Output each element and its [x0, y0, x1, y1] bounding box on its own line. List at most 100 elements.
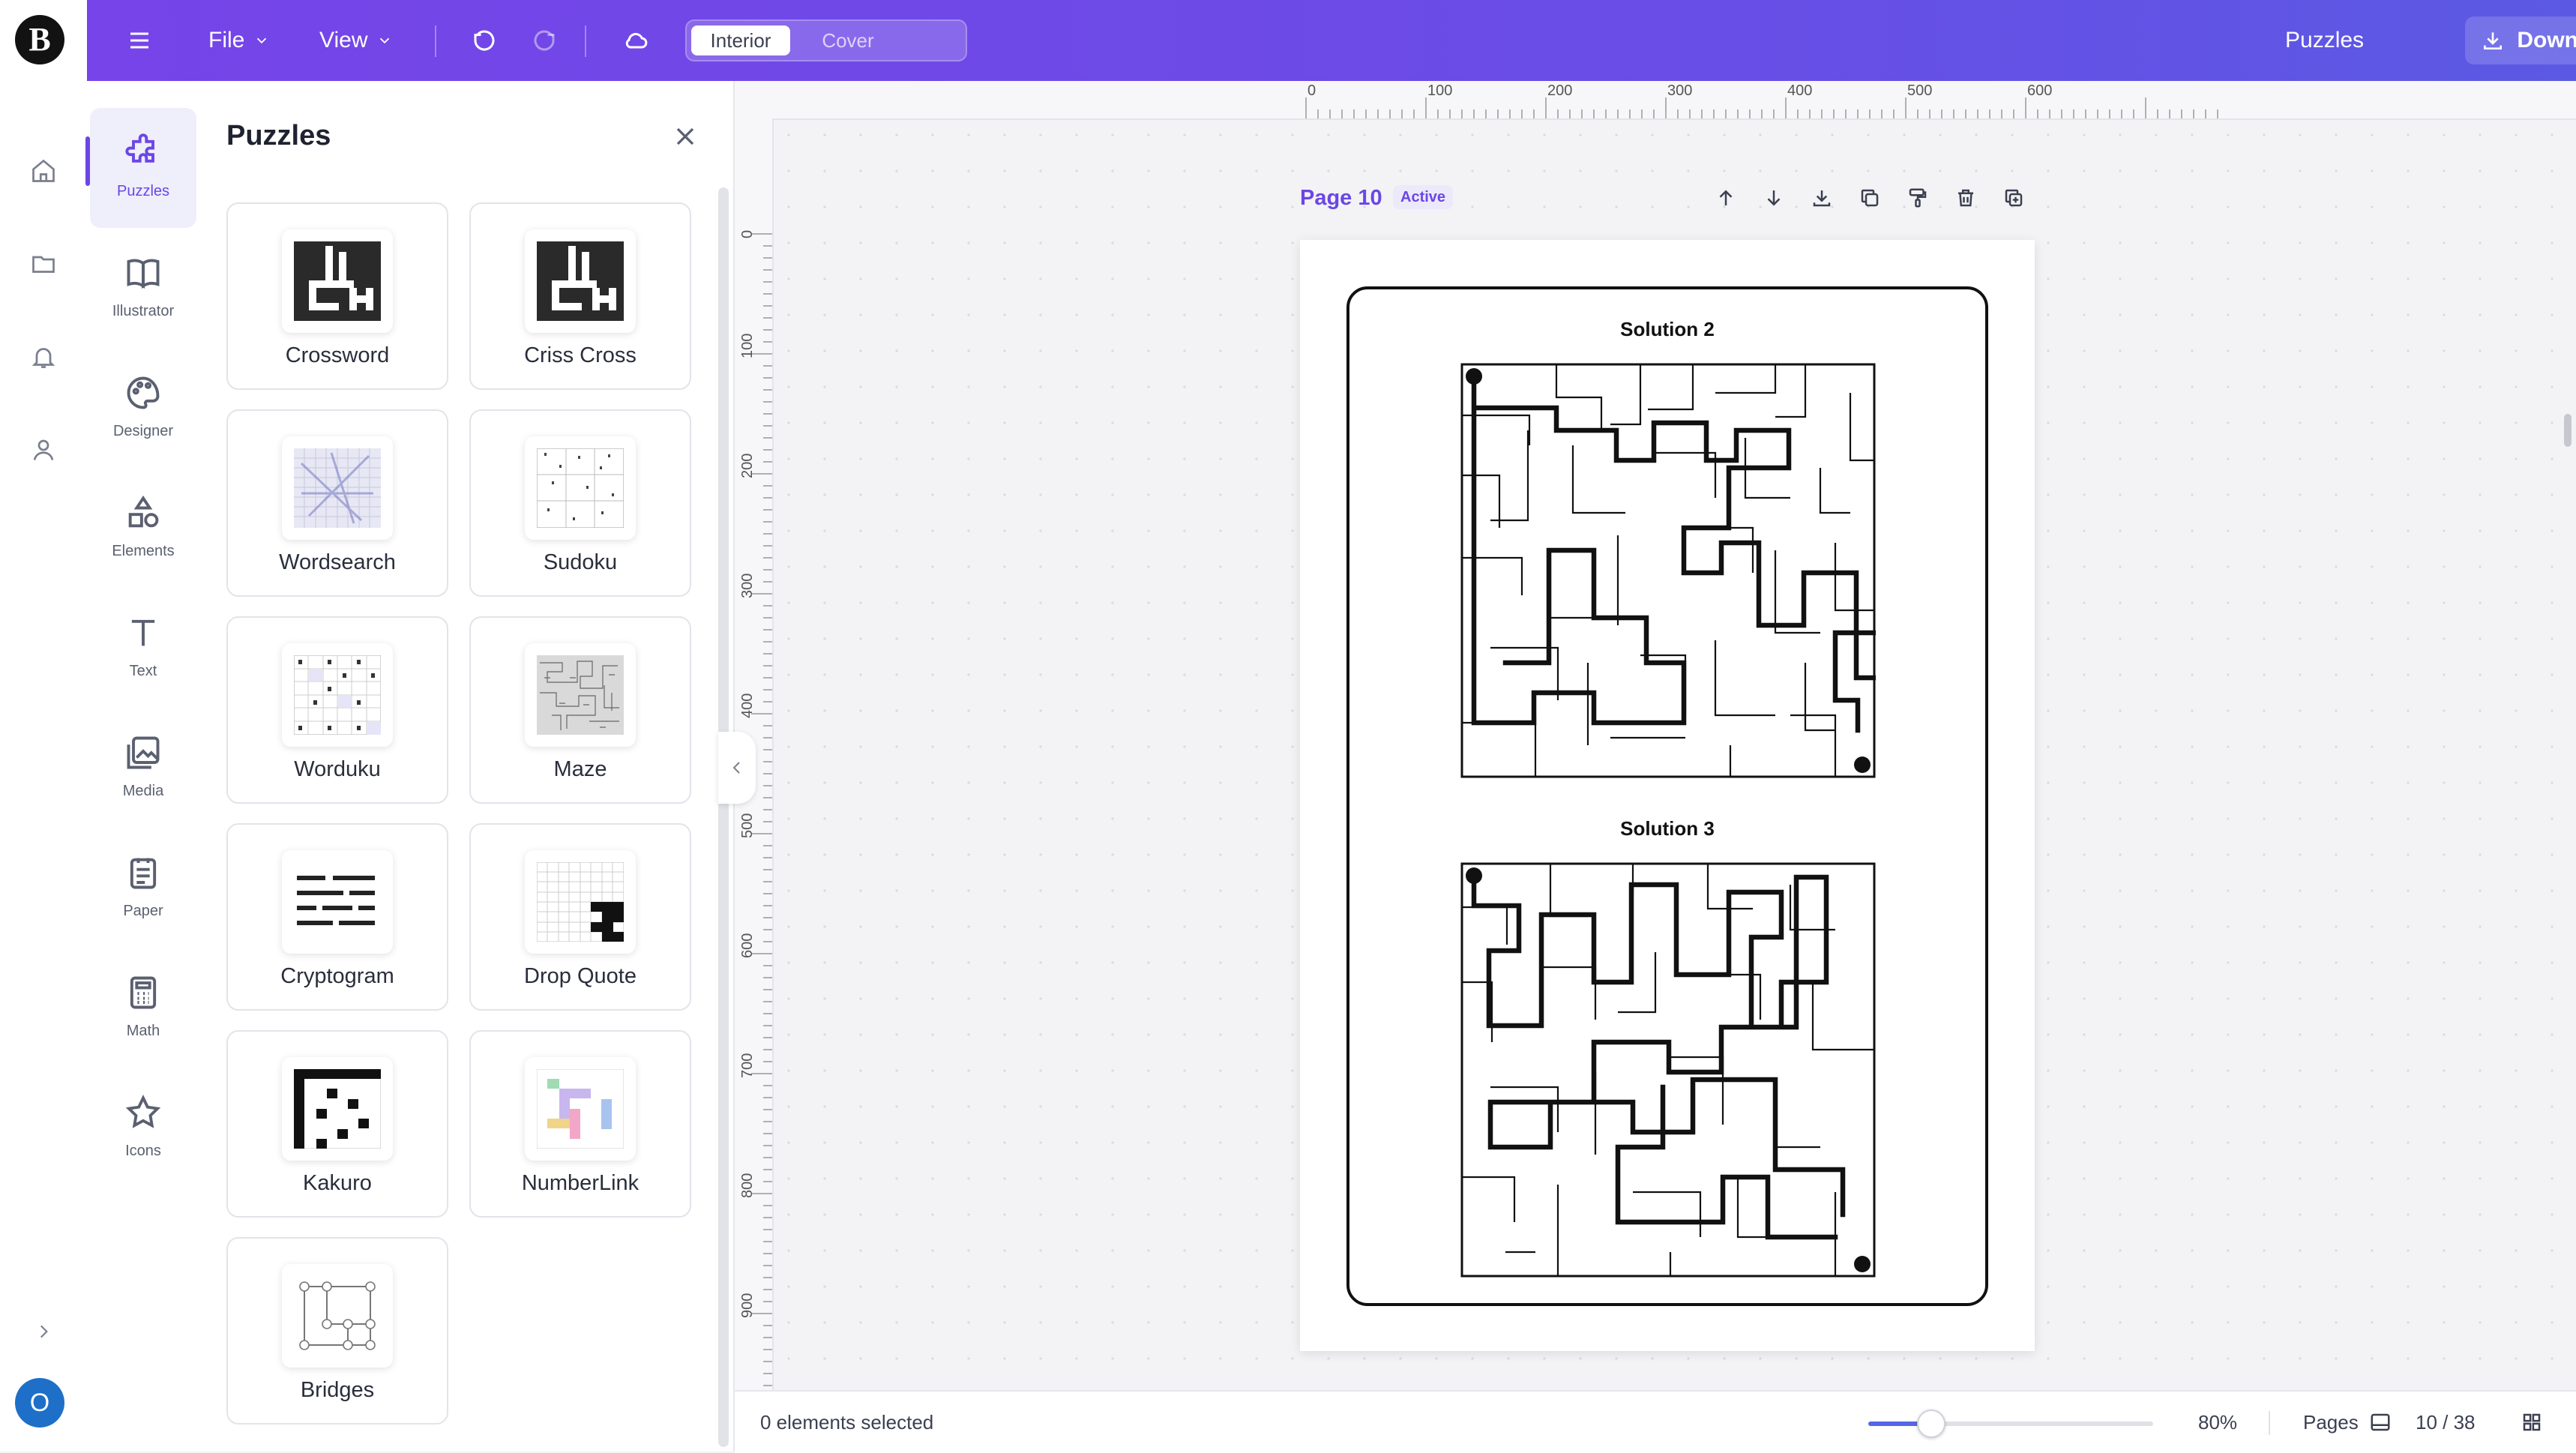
ruler-label: 200 [1547, 82, 1573, 99]
category-label: Puzzles [116, 183, 170, 199]
ruler-label: 300 [1667, 82, 1693, 99]
account-button[interactable] [25, 432, 61, 468]
cloud-sync-button[interactable] [621, 0, 651, 81]
calculator-icon [130, 976, 157, 1009]
app-rail: B O [0, 0, 88, 1452]
category-label: Media [122, 783, 164, 799]
close-panel-button[interactable] [670, 121, 700, 151]
active-badge: Active [1393, 185, 1454, 209]
puzzle-card-numberlink[interactable]: NumberLink [469, 1030, 691, 1218]
move-page-up-button[interactable] [1711, 183, 1741, 213]
zoom-slider-handle[interactable] [1916, 1410, 1945, 1438]
folder-button[interactable] [25, 246, 61, 282]
zoom-value: 80% [2198, 1410, 2238, 1434]
page-count: 10 / 38 [2416, 1410, 2476, 1434]
collapse-panel-button[interactable] [718, 732, 756, 804]
kakuro-thumbnail [282, 1057, 393, 1161]
category-puzzles[interactable]: Puzzles [85, 108, 196, 228]
toolbar-divider [585, 25, 586, 57]
category-label: Text [129, 663, 157, 679]
numberlink-thumbnail [525, 1057, 636, 1161]
puzzle-card-kakuro[interactable]: Kakuro [226, 1030, 448, 1218]
trash-icon [1958, 189, 1973, 207]
crossword-thumbnail [282, 229, 393, 333]
panel-scrollbar[interactable] [718, 187, 729, 1447]
copy-icon [1861, 189, 1879, 207]
puzzle-card-wordsearch[interactable]: Wordsearch [226, 409, 448, 597]
category-media[interactable]: Media [90, 708, 196, 828]
canvas-scrollbar[interactable] [2564, 414, 2572, 447]
download-label: Download [2517, 28, 2576, 52]
download-button[interactable]: Download [2465, 16, 2576, 64]
app-logo[interactable]: B [15, 15, 64, 64]
status-bar: 0 elements selected 80% Pages 10 / 38 [735, 1390, 2576, 1453]
puzzle-card-label: Wordsearch [279, 550, 396, 574]
pages-toggle[interactable]: Pages [2303, 1392, 2392, 1453]
add-page-button[interactable] [1999, 183, 2029, 213]
cloud-sync-icon [625, 32, 648, 49]
category-label: Paper [123, 903, 163, 919]
bell-icon [31, 348, 55, 368]
category-sidebar: Puzzles Illustrator Designer Elements Te… [85, 81, 199, 1452]
puzzles-panel: Puzzles Crossword Criss Cross Wordsearch… [199, 81, 735, 1452]
maze-solution-2 [1460, 363, 1876, 778]
category-label: Designer [112, 423, 174, 439]
grid-icon [2523, 1413, 2541, 1431]
format-painter-button[interactable] [1903, 183, 1933, 213]
image-icon [127, 736, 160, 769]
puzzle-card-worduku[interactable]: Worduku [226, 616, 448, 804]
download-page-button[interactable] [1807, 183, 1837, 213]
cryptogram-thumbnail [282, 850, 393, 954]
category-paper[interactable]: Paper [90, 828, 196, 948]
main-menu-button[interactable] [126, 0, 153, 81]
puzzle-card-label: Drop Quote [524, 964, 637, 988]
notifications-button[interactable] [25, 339, 61, 375]
status-divider [2269, 1411, 2270, 1435]
ruler-label: 900 [739, 1293, 756, 1318]
pages-panel-icon [2371, 1413, 2390, 1431]
category-text[interactable]: Text [90, 588, 196, 708]
puzzle-card-label: NumberLink [521, 1171, 640, 1195]
puzzle-icon [125, 133, 154, 163]
ruler-label: 200 [739, 453, 756, 478]
category-designer[interactable]: Designer [90, 348, 196, 468]
puzzle-card-drop-quote[interactable]: Drop Quote [469, 823, 691, 1011]
puzzle-card-bridges[interactable]: Bridges [226, 1237, 448, 1425]
shapes-icon [128, 495, 159, 528]
home-icon [32, 159, 55, 182]
interior-tab[interactable]: Interior [691, 25, 790, 55]
user-avatar[interactable]: O [15, 1378, 64, 1428]
move-up-icon [1719, 190, 1733, 205]
solution-title: Solution 3 [1620, 817, 1715, 840]
chevron-right-icon [40, 1325, 48, 1338]
view-menu[interactable]: View [319, 0, 393, 81]
ruler-label: 500 [739, 813, 756, 838]
grid-view-button[interactable] [2521, 1392, 2543, 1453]
interior-cover-toggle: Interior Cover [685, 19, 967, 61]
cover-tab[interactable]: Cover [799, 25, 897, 55]
category-label: Icons [125, 1143, 161, 1159]
home-button[interactable] [25, 153, 61, 189]
worduku-thumbnail [282, 643, 393, 747]
puzzle-card-crossword[interactable]: Crossword [226, 202, 448, 390]
puzzle-card-cryptogram[interactable]: Cryptogram [226, 823, 448, 1011]
file-menu[interactable]: File [208, 0, 270, 81]
puzzle-card-maze[interactable]: Maze [469, 616, 691, 804]
undo-button[interactable] [471, 0, 498, 81]
folder-icon [32, 256, 55, 273]
puzzle-card-label: Worduku [294, 757, 381, 781]
delete-page-button[interactable] [1951, 183, 1981, 213]
category-elements[interactable]: Elements [90, 468, 196, 588]
page-sheet[interactable]: Solution 2 Solution 3 [1300, 240, 2035, 1351]
category-illustrator[interactable]: Illustrator [90, 228, 196, 348]
expand-rail-button[interactable] [25, 1314, 61, 1350]
copy-page-button[interactable] [1855, 183, 1885, 213]
user-icon [33, 439, 54, 460]
category-icons[interactable]: Icons [90, 1068, 196, 1188]
palette-icon [127, 376, 160, 409]
move-page-down-button[interactable] [1759, 183, 1789, 213]
redo-button[interactable] [531, 0, 558, 81]
puzzle-card-sudoku[interactable]: Sudoku [469, 409, 691, 597]
category-math[interactable]: Math [90, 948, 196, 1068]
puzzle-card-criss-cross[interactable]: Criss Cross [469, 202, 691, 390]
